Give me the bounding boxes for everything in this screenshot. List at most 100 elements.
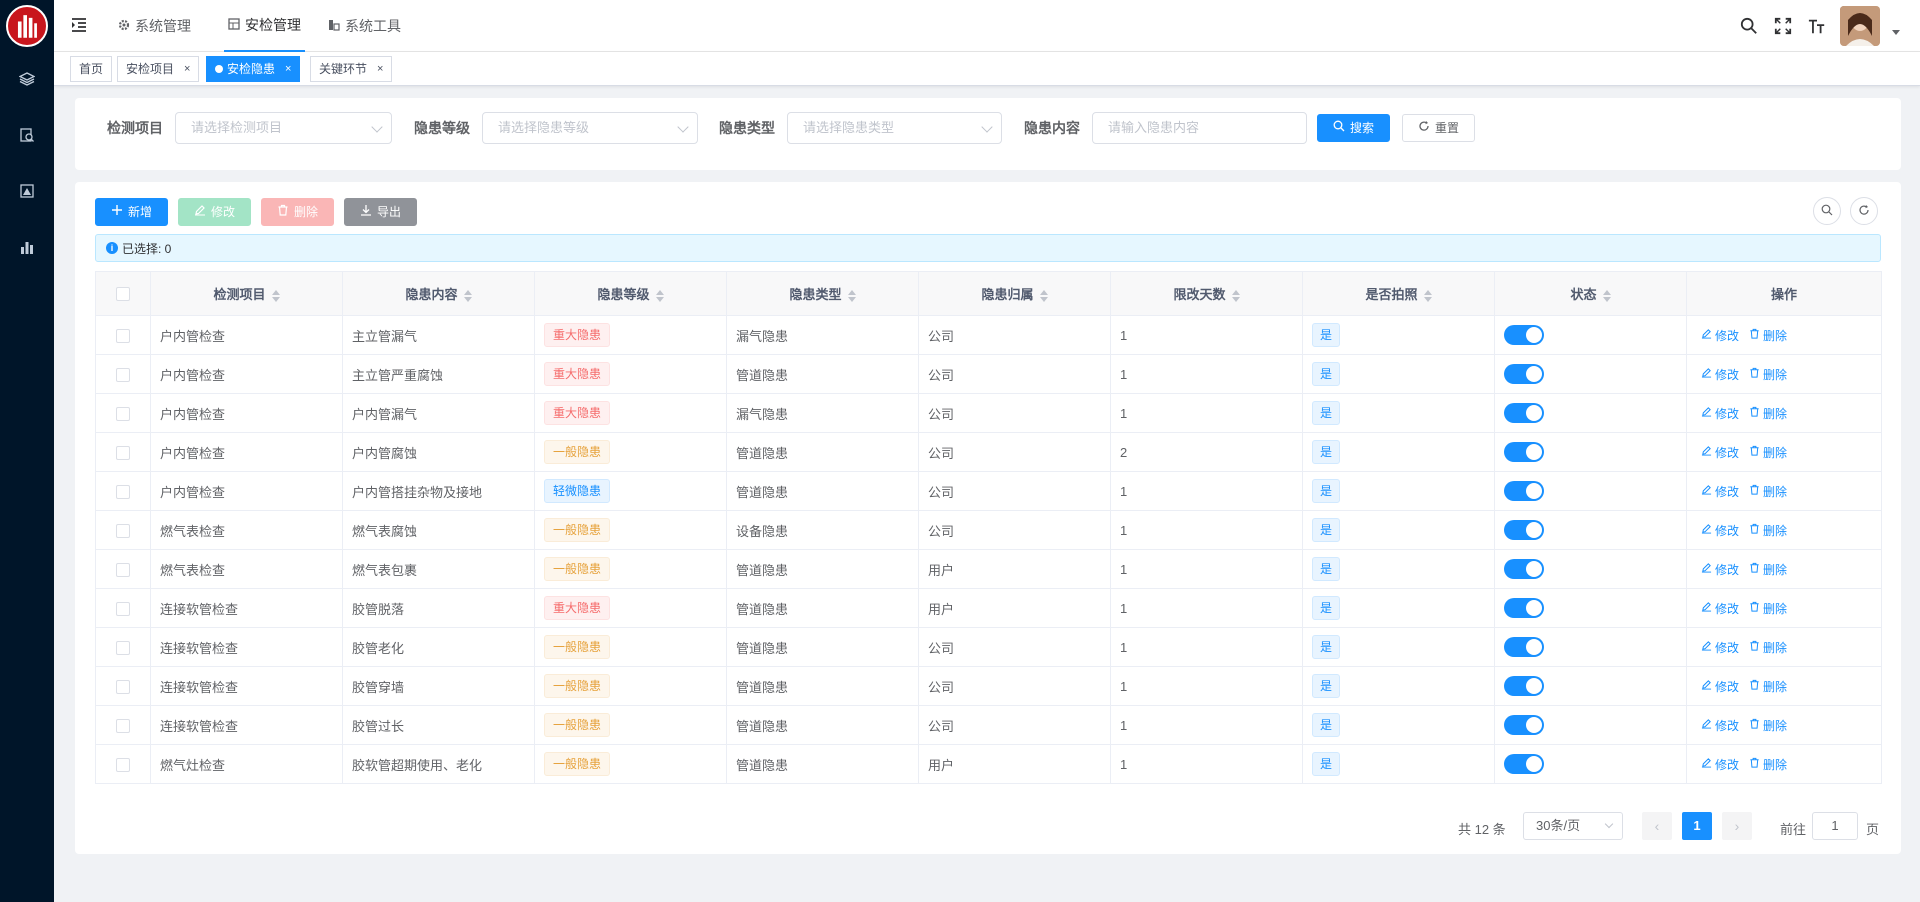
table-row[interactable]: 户内管检查 户内管腐蚀 一般隐患 管道隐患 公司 2 是 修改 删除: [95, 432, 1882, 472]
status-toggle[interactable]: [1504, 481, 1544, 501]
export-button[interactable]: 导出: [344, 198, 418, 226]
row-delete-button[interactable]: 删除: [1749, 522, 1787, 539]
status-toggle[interactable]: [1504, 559, 1544, 579]
row-edit-button[interactable]: 修改: [1701, 717, 1739, 734]
row-edit-button[interactable]: 修改: [1701, 600, 1739, 617]
search-icon[interactable]: [1739, 16, 1759, 36]
font-size-icon[interactable]: [1807, 16, 1827, 36]
status-toggle[interactable]: [1504, 520, 1544, 540]
row-delete-button[interactable]: 删除: [1749, 678, 1787, 695]
column-header[interactable]: 限改天数: [1110, 271, 1303, 316]
row-edit-button[interactable]: 修改: [1701, 756, 1739, 773]
sort-icon[interactable]: [847, 289, 856, 302]
tag-safety-hazard[interactable]: 安检隐患 ×: [206, 56, 301, 82]
table-row[interactable]: 户内管检查 户内管搭挂杂物及接地 轻微隐患 管道隐患 公司 1 是 修改 删除: [95, 471, 1882, 511]
column-header[interactable]: 是否拍照: [1302, 271, 1495, 316]
table-row[interactable]: 燃气灶检查 胶软管超期使用、老化 一般隐患 管道隐患 用户 1 是 修改 删除: [95, 744, 1882, 784]
nav-menu-safety[interactable]: 安检管理: [224, 0, 305, 52]
row-edit-button[interactable]: 修改: [1701, 678, 1739, 695]
row-edit-button[interactable]: 修改: [1701, 561, 1739, 578]
reset-button[interactable]: 重置: [1402, 114, 1476, 142]
row-delete-button[interactable]: 删除: [1749, 756, 1787, 773]
row-checkbox[interactable]: [116, 328, 130, 343]
nav-menu-tools[interactable]: 系统工具: [328, 0, 401, 52]
row-delete-button[interactable]: 删除: [1749, 600, 1787, 617]
prev-page-button[interactable]: ‹: [1642, 812, 1672, 840]
status-toggle[interactable]: [1504, 442, 1544, 462]
status-toggle[interactable]: [1504, 715, 1544, 735]
row-checkbox[interactable]: [116, 367, 130, 382]
column-header[interactable]: 隐患归属: [918, 271, 1111, 316]
row-delete-button[interactable]: 删除: [1749, 561, 1787, 578]
table-row[interactable]: 连接软管检查 胶管穿墙 一般隐患 管道隐患 公司 1 是 修改 删除: [95, 666, 1882, 706]
select-all-checkbox[interactable]: [116, 287, 130, 302]
sort-icon[interactable]: [271, 289, 280, 302]
table-row[interactable]: 连接软管检查 胶管老化 一般隐患 管道隐患 公司 1 是 修改 删除: [95, 627, 1882, 667]
status-toggle[interactable]: [1504, 637, 1544, 657]
tag-inspection-project[interactable]: 安检项目 ×: [117, 56, 200, 82]
edit-button[interactable]: 修改: [178, 198, 252, 226]
row-delete-button[interactable]: 删除: [1749, 327, 1787, 344]
user-avatar[interactable]: [1840, 6, 1880, 46]
row-edit-button[interactable]: 修改: [1701, 366, 1739, 383]
status-toggle[interactable]: [1504, 754, 1544, 774]
search-button[interactable]: 搜索: [1317, 114, 1391, 142]
row-edit-button[interactable]: 修改: [1701, 522, 1739, 539]
type-select[interactable]: 请选择隐患类型: [787, 112, 1002, 144]
refresh-table-button[interactable]: [1850, 197, 1878, 225]
row-checkbox[interactable]: [116, 640, 130, 655]
status-toggle[interactable]: [1504, 598, 1544, 618]
row-edit-button[interactable]: 修改: [1701, 405, 1739, 422]
chevron-down-icon[interactable]: [1892, 30, 1900, 35]
document-search-icon[interactable]: [17, 125, 37, 145]
layers-icon[interactable]: [17, 69, 37, 89]
sort-icon[interactable]: [463, 289, 472, 302]
app-logo[interactable]: [6, 5, 48, 47]
status-toggle[interactable]: [1504, 403, 1544, 423]
project-select[interactable]: 请选择检测项目: [175, 112, 392, 144]
bar-chart-icon[interactable]: [17, 237, 37, 257]
row-checkbox[interactable]: [116, 718, 130, 733]
status-toggle[interactable]: [1504, 364, 1544, 384]
nav-menu-system[interactable]: 系统管理: [118, 0, 191, 52]
page-size-select[interactable]: 30条/页: [1523, 812, 1623, 840]
level-select[interactable]: 请选择隐患等级: [482, 112, 698, 144]
row-delete-button[interactable]: 删除: [1749, 483, 1787, 500]
row-edit-button[interactable]: 修改: [1701, 483, 1739, 500]
row-edit-button[interactable]: 修改: [1701, 444, 1739, 461]
row-checkbox[interactable]: [116, 445, 130, 460]
table-row[interactable]: 户内管检查 户内管漏气 重大隐患 漏气隐患 公司 1 是 修改 删除: [95, 393, 1882, 433]
content-input[interactable]: 请输入隐患内容: [1092, 112, 1307, 144]
row-checkbox[interactable]: [116, 679, 130, 694]
sort-icon[interactable]: [1423, 289, 1432, 302]
row-delete-button[interactable]: 删除: [1749, 366, 1787, 383]
fullscreen-icon[interactable]: [1773, 16, 1793, 36]
row-delete-button[interactable]: 删除: [1749, 639, 1787, 656]
row-checkbox[interactable]: [116, 484, 130, 499]
table-row[interactable]: 连接软管检查 胶管过长 一般隐患 管道隐患 公司 1 是 修改 删除: [95, 705, 1882, 745]
tag-key-link[interactable]: 关键环节 ×: [310, 56, 393, 82]
sort-icon[interactable]: [1039, 289, 1048, 302]
table-row[interactable]: 户内管检查 主立管严重腐蚀 重大隐患 管道隐患 公司 1 是 修改 删除: [95, 354, 1882, 394]
sort-icon[interactable]: [1231, 289, 1240, 302]
row-delete-button[interactable]: 删除: [1749, 444, 1787, 461]
column-header[interactable]: 检测项目: [150, 271, 343, 316]
row-edit-button[interactable]: 修改: [1701, 639, 1739, 656]
row-edit-button[interactable]: 修改: [1701, 327, 1739, 344]
table-row[interactable]: 燃气表检查 燃气表腐蚀 一般隐患 设备隐患 公司 1 是 修改 删除: [95, 510, 1882, 550]
goto-page-input[interactable]: 1: [1812, 812, 1858, 840]
column-header[interactable]: 隐患类型: [726, 271, 919, 316]
row-checkbox[interactable]: [116, 601, 130, 616]
close-icon[interactable]: ×: [184, 57, 190, 81]
image-icon[interactable]: [17, 181, 37, 201]
row-checkbox[interactable]: [116, 406, 130, 421]
row-checkbox[interactable]: [116, 523, 130, 538]
column-header[interactable]: 隐患内容: [342, 271, 535, 316]
row-delete-button[interactable]: 删除: [1749, 717, 1787, 734]
add-button[interactable]: 新增: [95, 198, 169, 226]
sort-icon[interactable]: [655, 289, 664, 302]
row-checkbox[interactable]: [116, 562, 130, 577]
status-toggle[interactable]: [1504, 325, 1544, 345]
close-icon[interactable]: ×: [377, 57, 383, 81]
sort-icon[interactable]: [1602, 289, 1611, 302]
